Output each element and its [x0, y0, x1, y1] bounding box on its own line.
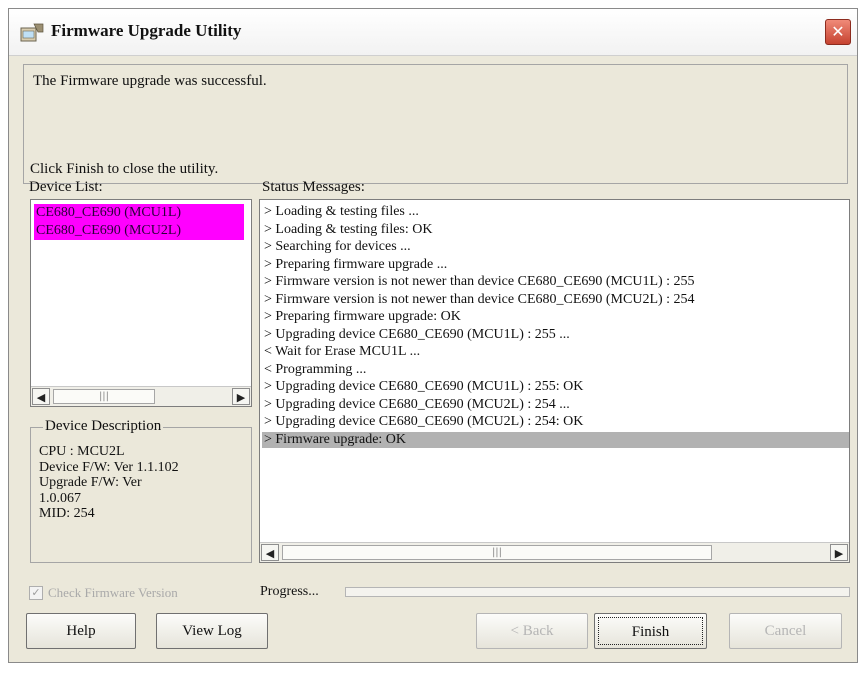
back-button[interactable]: < Back — [476, 613, 588, 649]
upgrade-fw-line: Upgrade F/W: Ver — [39, 475, 142, 490]
device-list-label: Device List: — [29, 179, 103, 195]
instruction-message: Click Finish to close the utility. — [30, 161, 219, 177]
finish-button-label: Finish — [598, 617, 703, 645]
progress-bar — [345, 587, 850, 597]
device-list-item[interactable]: CE680_CE690 (MCU1L) — [34, 204, 244, 222]
status-message-line[interactable]: > Upgrading device CE680_CE690 (MCU1L) :… — [262, 379, 849, 395]
firmware-upgrade-window: Firmware Upgrade Utility ✕ The Firmware … — [8, 8, 858, 663]
status-message-line[interactable]: > Preparing firmware upgrade: OK — [262, 309, 849, 325]
status-message-line[interactable]: > Loading & testing files: OK — [262, 222, 849, 238]
message-panel: The Firmware upgrade was successful. Cli… — [23, 64, 848, 184]
status-message-line[interactable]: > Upgrading device CE680_CE690 (MCU1L) :… — [262, 327, 849, 343]
check-firmware-label: Check Firmware Version — [48, 585, 178, 600]
status-message-line[interactable]: < Wait for Erase MCU1L ... — [262, 344, 849, 360]
device-description-legend: Device Description — [43, 418, 164, 435]
device-fw-line: Device F/W: Ver 1.1.102 — [39, 459, 179, 475]
status-hscrollbar[interactable]: ◀ ||| ▶ — [260, 542, 849, 562]
device-description-text: CPU : MCU2L Device F/W: Ver 1.1.102 Upgr… — [39, 444, 179, 522]
status-message-line[interactable]: > Searching for devices ... — [262, 239, 849, 255]
status-message-line[interactable]: > Firmware version is not newer than dev… — [262, 292, 849, 308]
scroll-left-icon[interactable]: ◀ — [32, 388, 50, 405]
status-message-line[interactable]: > Preparing firmware upgrade ... — [262, 257, 849, 273]
status-message-line[interactable]: > Upgrading device CE680_CE690 (MCU2L) :… — [262, 397, 849, 413]
app-icon — [20, 23, 44, 42]
title-bar: Firmware Upgrade Utility ✕ — [9, 9, 857, 56]
scroll-thumb[interactable]: ||| — [282, 545, 712, 560]
scroll-right-icon[interactable]: ▶ — [232, 388, 250, 405]
status-message-line[interactable]: < Programming ... — [262, 362, 849, 378]
device-list-hscrollbar[interactable]: ◀ ||| ▶ — [31, 386, 251, 406]
close-icon: ✕ — [831, 22, 845, 41]
help-button[interactable]: Help — [26, 613, 136, 649]
finish-button[interactable]: Finish — [594, 613, 707, 649]
device-list-item[interactable]: CE680_CE690 (MCU2L) — [34, 222, 244, 240]
device-description-group: Device Description CPU : MCU2L Device F/… — [30, 418, 252, 563]
status-message-line[interactable]: > Firmware upgrade: OK — [262, 431, 849, 448]
device-list[interactable]: CE680_CE690 (MCU1L) CE680_CE690 (MCU2L) … — [30, 199, 252, 407]
scroll-thumb[interactable]: ||| — [53, 389, 155, 404]
check-firmware-checkbox: ✓ — [29, 586, 43, 600]
cpu-line: CPU : MCU2L — [39, 444, 125, 459]
scroll-left-icon[interactable]: ◀ — [261, 544, 279, 561]
upgrade-fw-version: 1.0.067 — [39, 490, 81, 506]
progress-label: Progress... — [260, 584, 319, 599]
status-message-line[interactable]: > Upgrading device CE680_CE690 (MCU2L) :… — [262, 414, 849, 430]
view-log-button[interactable]: View Log — [156, 613, 268, 649]
success-message: The Firmware upgrade was successful. — [33, 73, 267, 89]
status-messages-list[interactable]: > Loading & testing files ... > Loading &… — [259, 199, 850, 563]
window-title: Firmware Upgrade Utility — [51, 21, 242, 40]
status-message-line[interactable]: > Loading & testing files ... — [262, 204, 849, 220]
scroll-right-icon[interactable]: ▶ — [830, 544, 848, 561]
status-messages-label: Status Messages: — [262, 179, 365, 195]
cancel-button[interactable]: Cancel — [729, 613, 842, 649]
mid-line: MID: 254 — [39, 506, 95, 521]
status-message-line[interactable]: > Firmware version is not newer than dev… — [262, 274, 849, 290]
close-button[interactable]: ✕ — [825, 19, 851, 45]
